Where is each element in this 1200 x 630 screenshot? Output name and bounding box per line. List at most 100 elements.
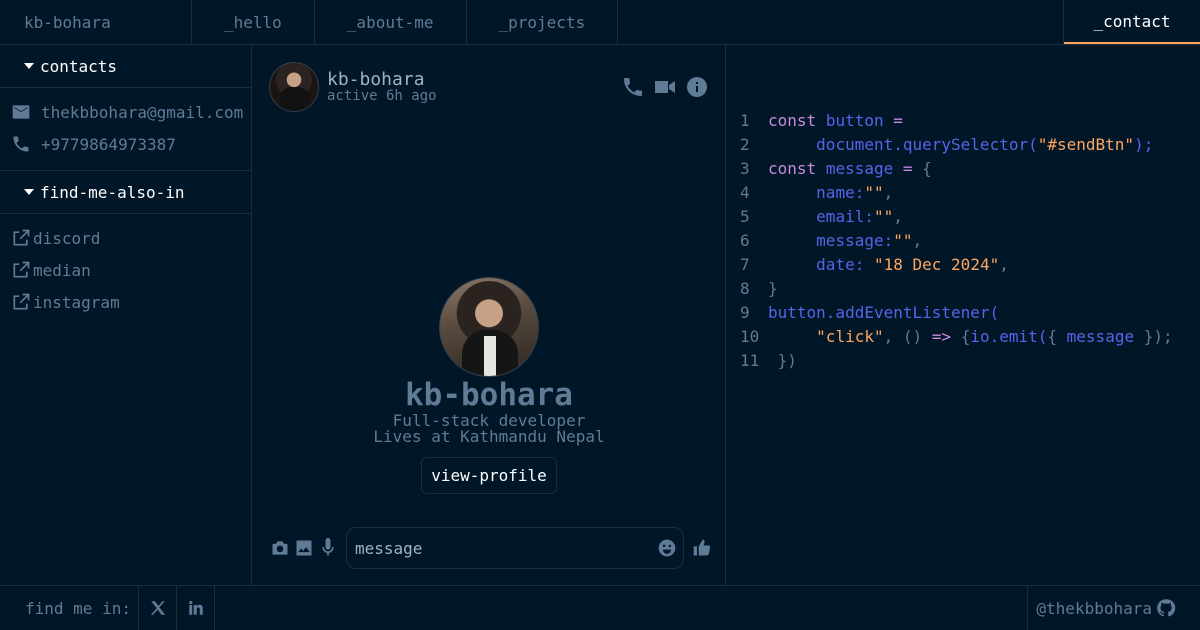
chat-header: kb-bohara active 6h ago bbox=[269, 62, 437, 112]
social-link-list: discord median instagram bbox=[0, 214, 251, 318]
contact-list: thekbbohara@gmail.com +9779864973387 bbox=[0, 88, 251, 171]
thumbs-up-icon[interactable] bbox=[692, 538, 712, 558]
message-input[interactable] bbox=[355, 538, 657, 558]
message-field[interactable] bbox=[346, 527, 684, 569]
line-number: 2 bbox=[740, 135, 750, 154]
contact-email-value: thekbbohara@gmail.com bbox=[41, 102, 244, 122]
line-number: 9 bbox=[740, 303, 750, 322]
code-line: 5 email: "", bbox=[740, 205, 1173, 229]
external-link-icon bbox=[13, 229, 30, 246]
code-line: 8} bbox=[740, 277, 1173, 301]
avatar[interactable] bbox=[269, 62, 319, 112]
emoji-icon[interactable] bbox=[657, 538, 677, 558]
image-icon[interactable] bbox=[294, 538, 314, 558]
profile-name: kb-bohara bbox=[405, 377, 573, 413]
code-token: "" bbox=[873, 207, 894, 226]
top-nav: kb-bohara _hello _about-me _projects _co… bbox=[0, 0, 1200, 45]
code-token: message bbox=[1066, 327, 1135, 346]
tab-contact[interactable]: _contact bbox=[1064, 0, 1200, 44]
code-panel: 1 const button = 2 document.querySelector… bbox=[726, 45, 1200, 585]
chat-header-text: kb-bohara active 6h ago bbox=[327, 69, 437, 104]
profile-location: Lives at Kathmandu Nepal bbox=[373, 427, 605, 446]
code-token: }) bbox=[777, 351, 797, 370]
contacts-section-toggle[interactable]: contacts bbox=[0, 45, 251, 88]
code-token: const bbox=[768, 159, 817, 178]
chat-actions bbox=[621, 75, 709, 99]
code-token: => bbox=[931, 327, 952, 346]
profile-card: kb-bohara Full-stack developer Lives at … bbox=[252, 277, 726, 494]
info-icon[interactable] bbox=[685, 75, 709, 99]
external-link-icon bbox=[13, 293, 30, 310]
link-discord[interactable]: discord bbox=[11, 222, 251, 254]
tab-projects[interactable]: _projects bbox=[467, 0, 619, 44]
code-line: 6 message: "", bbox=[740, 229, 1173, 253]
code-token: , bbox=[912, 231, 923, 250]
code-token: message bbox=[825, 159, 894, 178]
linkedin-icon bbox=[188, 600, 203, 615]
microphone-icon[interactable] bbox=[318, 538, 338, 558]
line-number: 4 bbox=[740, 183, 750, 202]
code-token: } bbox=[768, 279, 778, 298]
nav-spacer bbox=[618, 0, 1064, 44]
code-token: button.addEventListener( bbox=[768, 303, 1000, 322]
tab-about-me[interactable]: _about-me bbox=[315, 0, 467, 44]
line-number: 10 bbox=[740, 327, 760, 346]
contact-phone-value: +9779864973387 bbox=[41, 134, 176, 154]
brand-name[interactable]: kb-bohara bbox=[0, 0, 192, 44]
profile-avatar bbox=[439, 277, 539, 377]
x-link[interactable] bbox=[139, 586, 177, 630]
message-composer bbox=[270, 527, 712, 569]
tab-hello[interactable]: _hello bbox=[192, 0, 315, 44]
code-line: 3 const message = { bbox=[740, 157, 1173, 181]
code-line: 1 const button = bbox=[740, 109, 1173, 133]
code-token: { bbox=[960, 327, 971, 346]
link-instagram[interactable]: instagram bbox=[11, 286, 251, 318]
code-token: "18 Dec 2024" bbox=[873, 255, 1000, 274]
find-section-toggle[interactable]: find-me-also-in bbox=[0, 171, 251, 214]
contact-phone[interactable]: +9779864973387 bbox=[11, 128, 251, 160]
link-median-label: median bbox=[33, 260, 91, 280]
external-link-icon bbox=[13, 261, 30, 278]
line-number: 1 bbox=[740, 111, 750, 130]
line-number: 7 bbox=[740, 255, 750, 274]
code-token: "" bbox=[893, 231, 913, 250]
caret-down-icon bbox=[24, 63, 34, 69]
chat-contact-name: kb-bohara bbox=[327, 69, 425, 90]
line-number: 3 bbox=[740, 159, 750, 178]
line-number: 11 bbox=[740, 351, 760, 370]
line-number: 6 bbox=[740, 231, 750, 250]
github-icon bbox=[1157, 599, 1176, 617]
caret-down-icon bbox=[24, 189, 34, 195]
link-instagram-label: instagram bbox=[33, 292, 120, 312]
code-snippet: 1 const button = 2 document.querySelector… bbox=[740, 109, 1173, 373]
link-discord-label: discord bbox=[33, 228, 101, 248]
chat-panel: kb-bohara active 6h ago kb-bohara Full-s… bbox=[252, 45, 726, 585]
code-line: 10 "click", () => {io.emit({ message }); bbox=[740, 325, 1173, 349]
link-median[interactable]: median bbox=[11, 254, 251, 286]
code-token: "click" bbox=[816, 327, 884, 346]
github-handle: @thekbbohara bbox=[1036, 598, 1152, 618]
code-token: message: bbox=[816, 231, 894, 250]
view-profile-button[interactable]: view-profile bbox=[421, 457, 557, 494]
code-token: document.querySelector( bbox=[816, 135, 1038, 154]
code-token: ); bbox=[1134, 135, 1154, 154]
find-me-label: find me in: bbox=[0, 586, 139, 630]
phone-icon[interactable] bbox=[621, 75, 645, 99]
find-section-title: find-me-also-in bbox=[40, 182, 185, 202]
contacts-section-title: contacts bbox=[40, 56, 118, 76]
code-line: 4 name: "", bbox=[740, 181, 1173, 205]
code-token: { bbox=[922, 159, 932, 178]
video-camera-icon[interactable] bbox=[653, 75, 677, 99]
github-link[interactable]: @thekbbohara bbox=[1027, 586, 1200, 630]
code-token: "" bbox=[864, 183, 884, 202]
mail-icon bbox=[12, 105, 30, 119]
x-icon bbox=[150, 601, 165, 615]
code-line: 7 date: "18 Dec 2024", bbox=[740, 253, 1173, 277]
code-token: , bbox=[893, 207, 903, 226]
contact-email[interactable]: thekbbohara@gmail.com bbox=[11, 96, 251, 128]
phone-icon bbox=[13, 136, 29, 152]
code-token: , bbox=[999, 255, 1009, 274]
code-token: { bbox=[1047, 327, 1067, 346]
camera-icon[interactable] bbox=[270, 538, 290, 558]
linkedin-link[interactable] bbox=[177, 586, 215, 630]
